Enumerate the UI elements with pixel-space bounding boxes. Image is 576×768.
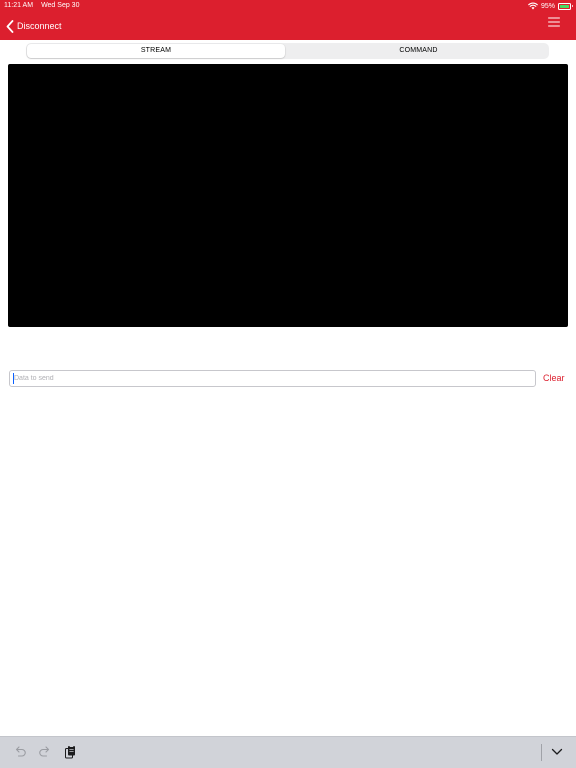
redo-icon[interactable] — [38, 745, 52, 759]
app-header: 11:21 AM Wed Sep 30 95% Disconnect — [0, 0, 576, 40]
battery-percent: 95% — [540, 2, 555, 10]
battery-icon — [558, 2, 573, 10]
keyboard-toolbar — [0, 736, 576, 768]
stream-console[interactable] — [8, 64, 568, 327]
clear-button[interactable]: Clear — [543, 372, 565, 385]
tab-command[interactable]: COMMAND — [289, 44, 548, 58]
disconnect-label: Disconnect — [17, 21, 62, 31]
hamburger-menu-icon[interactable] — [548, 17, 560, 27]
wifi-icon — [528, 2, 538, 10]
tab-stream[interactable]: STREAM — [27, 44, 285, 58]
toolbar-divider — [541, 744, 542, 761]
status-date: Wed Sep 30 — [41, 2, 80, 9]
mode-segmented-control: STREAM COMMAND — [26, 43, 549, 59]
battery-level — [560, 4, 569, 8]
chevron-left-icon — [6, 19, 14, 33]
dismiss-keyboard-icon[interactable] — [550, 745, 564, 759]
status-bar-right: 95% — [528, 1, 573, 11]
paste-icon[interactable] — [63, 745, 77, 759]
disconnect-button[interactable]: Disconnect — [6, 17, 62, 35]
status-time: 11:21 AM — [4, 2, 34, 9]
undo-icon[interactable] — [13, 745, 27, 759]
status-bar-left: 11:21 AM Wed Sep 30 — [4, 1, 87, 11]
text-caret — [13, 373, 14, 384]
data-to-send-input[interactable] — [9, 370, 536, 387]
